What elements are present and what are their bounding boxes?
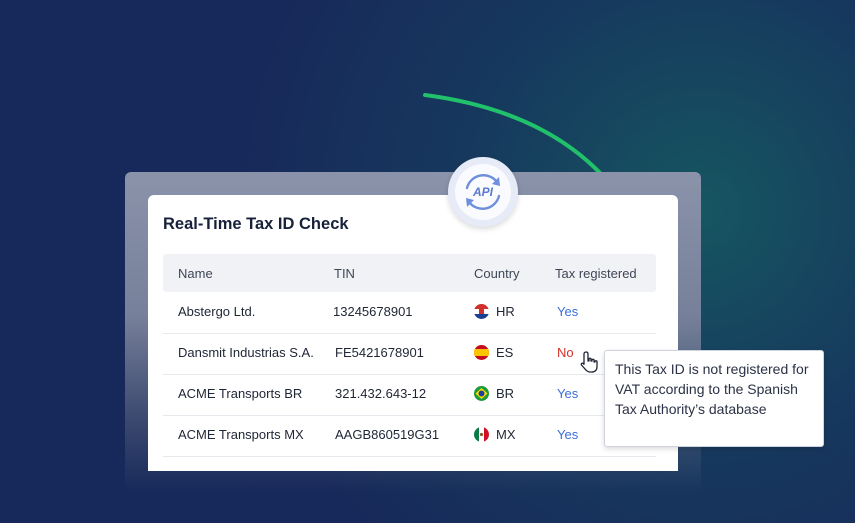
row-name: Abstergo Ltd. — [178, 304, 256, 319]
row-registered-status[interactable]: No — [557, 345, 574, 360]
column-header-country: Country — [474, 266, 520, 281]
card-title: Real-Time Tax ID Check — [163, 215, 349, 233]
croatia-flag-icon — [474, 304, 489, 319]
column-header-tax-registered: Tax registered — [555, 266, 637, 281]
table-row: ACME Transports BR 321.432.643-12 BR Yes — [163, 374, 656, 416]
table-header: Name TIN Country Tax registered — [163, 254, 656, 292]
row-tin: AAGB860519G31 — [335, 427, 440, 442]
row-registered-status[interactable]: Yes — [557, 304, 578, 319]
column-header-tin: TIN — [334, 266, 355, 281]
table-row: Abstergo Ltd. 13245678901 HR Yes — [163, 292, 656, 334]
tax-status-tooltip: This Tax ID is not registered for VAT ac… — [604, 350, 824, 447]
api-badge: API — [448, 157, 518, 227]
tooltip-text: This Tax ID is not registered for VAT ac… — [615, 361, 809, 417]
row-name: ACME Transports MX — [178, 427, 304, 442]
row-registered-status[interactable]: Yes — [557, 427, 578, 442]
hand-pointer-icon — [580, 351, 598, 373]
row-country: HR — [496, 304, 515, 319]
tax-id-check-card: Real-Time Tax ID Check Name TIN Country … — [148, 195, 678, 471]
row-tin: 321.432.643-12 — [335, 386, 427, 401]
row-registered-status[interactable]: Yes — [557, 386, 578, 401]
column-header-name: Name — [178, 266, 213, 281]
row-country: ES — [496, 345, 514, 360]
spain-flag-icon — [474, 345, 489, 360]
row-country: BR — [496, 386, 515, 401]
row-country: MX — [496, 427, 516, 442]
row-name: ACME Transports BR — [178, 386, 303, 401]
api-sync-icon: API — [465, 174, 501, 210]
mexico-flag-icon — [474, 427, 489, 442]
brazil-flag-icon — [474, 386, 489, 401]
api-label: API — [472, 185, 494, 199]
row-tin: 13245678901 — [333, 304, 413, 319]
row-name: Dansmit Industrias S.A. — [178, 345, 314, 360]
table-row: ACME Transports MX AAGB860519G31 MX Yes — [163, 415, 656, 457]
row-tin: FE5421678901 — [335, 345, 424, 360]
